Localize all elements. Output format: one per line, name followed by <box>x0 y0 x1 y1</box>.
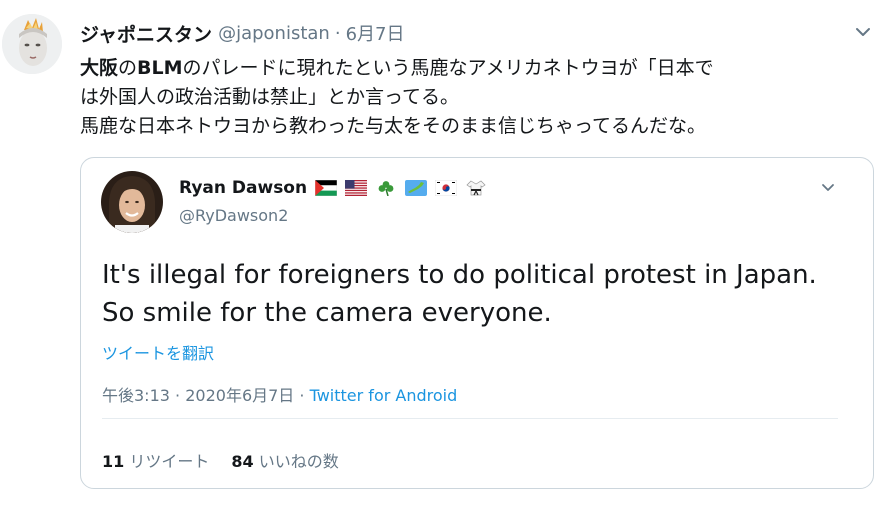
palestine-flag-icon <box>315 180 338 196</box>
tweet-date[interactable]: 6月7日 <box>346 20 405 46</box>
retweet-count: 11 <box>102 452 125 471</box>
quoted-author-avatar[interactable] <box>101 171 163 233</box>
tweet-text: 大阪のBLMのパレードに現れたという馬鹿なアメリカネトウヨが「日本で は外国人の… <box>80 54 870 141</box>
quoted-author-name-row: Ryan Dawson <box>179 178 495 198</box>
quoted-tweet-meta: 午後3:13 · 2020年6月7日 · Twitter for Android <box>102 382 457 406</box>
shamrock-icon <box>378 181 394 196</box>
south-korea-flag-icon <box>435 180 458 196</box>
stats-divider <box>102 418 838 419</box>
meta-separator: · <box>334 22 341 44</box>
like-label: いいねの数 <box>258 452 339 471</box>
quoted-tweet-text-line-2: So smile for the camera everyone. <box>102 298 552 328</box>
quoted-tweet-time[interactable]: 午後3:13 <box>102 386 170 405</box>
martial-arts-uniform-icon <box>466 180 486 196</box>
tweet-text-fragment: のパレードに現れたという馬鹿なアメリカネトウヨが「日本で <box>182 57 714 79</box>
retweet-stat[interactable]: 11 リツイート <box>102 452 209 471</box>
tweet-text-fragment: の <box>118 57 138 79</box>
chevron-down-icon[interactable] <box>819 181 837 195</box>
doll-face-avatar-image <box>2 14 62 74</box>
tweet-text-line-3: 馬鹿な日本ネトウヨから教わった与太をそのまま信じちゃってるんだな。 <box>80 115 707 137</box>
tweet-text-line-1: 大阪のBLMのパレードに現れたという馬鹿なアメリカネトウヨが「日本で <box>80 54 870 83</box>
hashtag-osaka: 大阪 <box>80 57 119 79</box>
quoted-author-handle[interactable]: @RyDawson2 <box>179 206 288 225</box>
retweet-label: リツイート <box>129 452 210 471</box>
author-name[interactable]: ジャポニスタン <box>80 20 212 47</box>
meta-separator: · <box>175 386 181 405</box>
quoted-tweet-date[interactable]: 2020年6月7日 <box>185 386 294 405</box>
chevron-down-icon[interactable] <box>853 24 873 40</box>
author-avatar[interactable] <box>2 14 62 74</box>
like-count: 84 <box>231 452 254 471</box>
usa-flag-icon <box>345 180 368 196</box>
translate-tweet-link[interactable]: ツイートを翻訳 <box>102 340 214 364</box>
quoted-tweet-text-line-1: It's illegal for foreigners to do politi… <box>102 260 817 290</box>
tweet-header: ジャポニスタン @japonistan · 6月7日 <box>80 20 404 46</box>
meta-separator: · <box>299 386 305 405</box>
hashtag-blm: BLM <box>137 57 183 79</box>
author-handle[interactable]: @japonistan <box>218 23 330 44</box>
tweet-text-line-2: は外国人の政治活動は禁止」とか言ってる。 <box>80 86 460 108</box>
quoted-tweet-text: It's illegal for foreigners to do politi… <box>102 256 817 332</box>
tweet-source-link[interactable]: Twitter for Android <box>310 386 458 405</box>
quoted-tweet-card[interactable]: Ryan Dawson @RyDawson2 It's illegal for … <box>80 157 874 489</box>
quoted-author-name[interactable]: Ryan Dawson <box>179 178 307 198</box>
like-stat[interactable]: 84 いいねの数 <box>231 452 338 471</box>
japan-map-icon <box>405 180 428 196</box>
man-portrait-avatar-image <box>101 171 163 233</box>
tweet-stats: 11 リツイート 84 いいねの数 <box>102 448 339 472</box>
